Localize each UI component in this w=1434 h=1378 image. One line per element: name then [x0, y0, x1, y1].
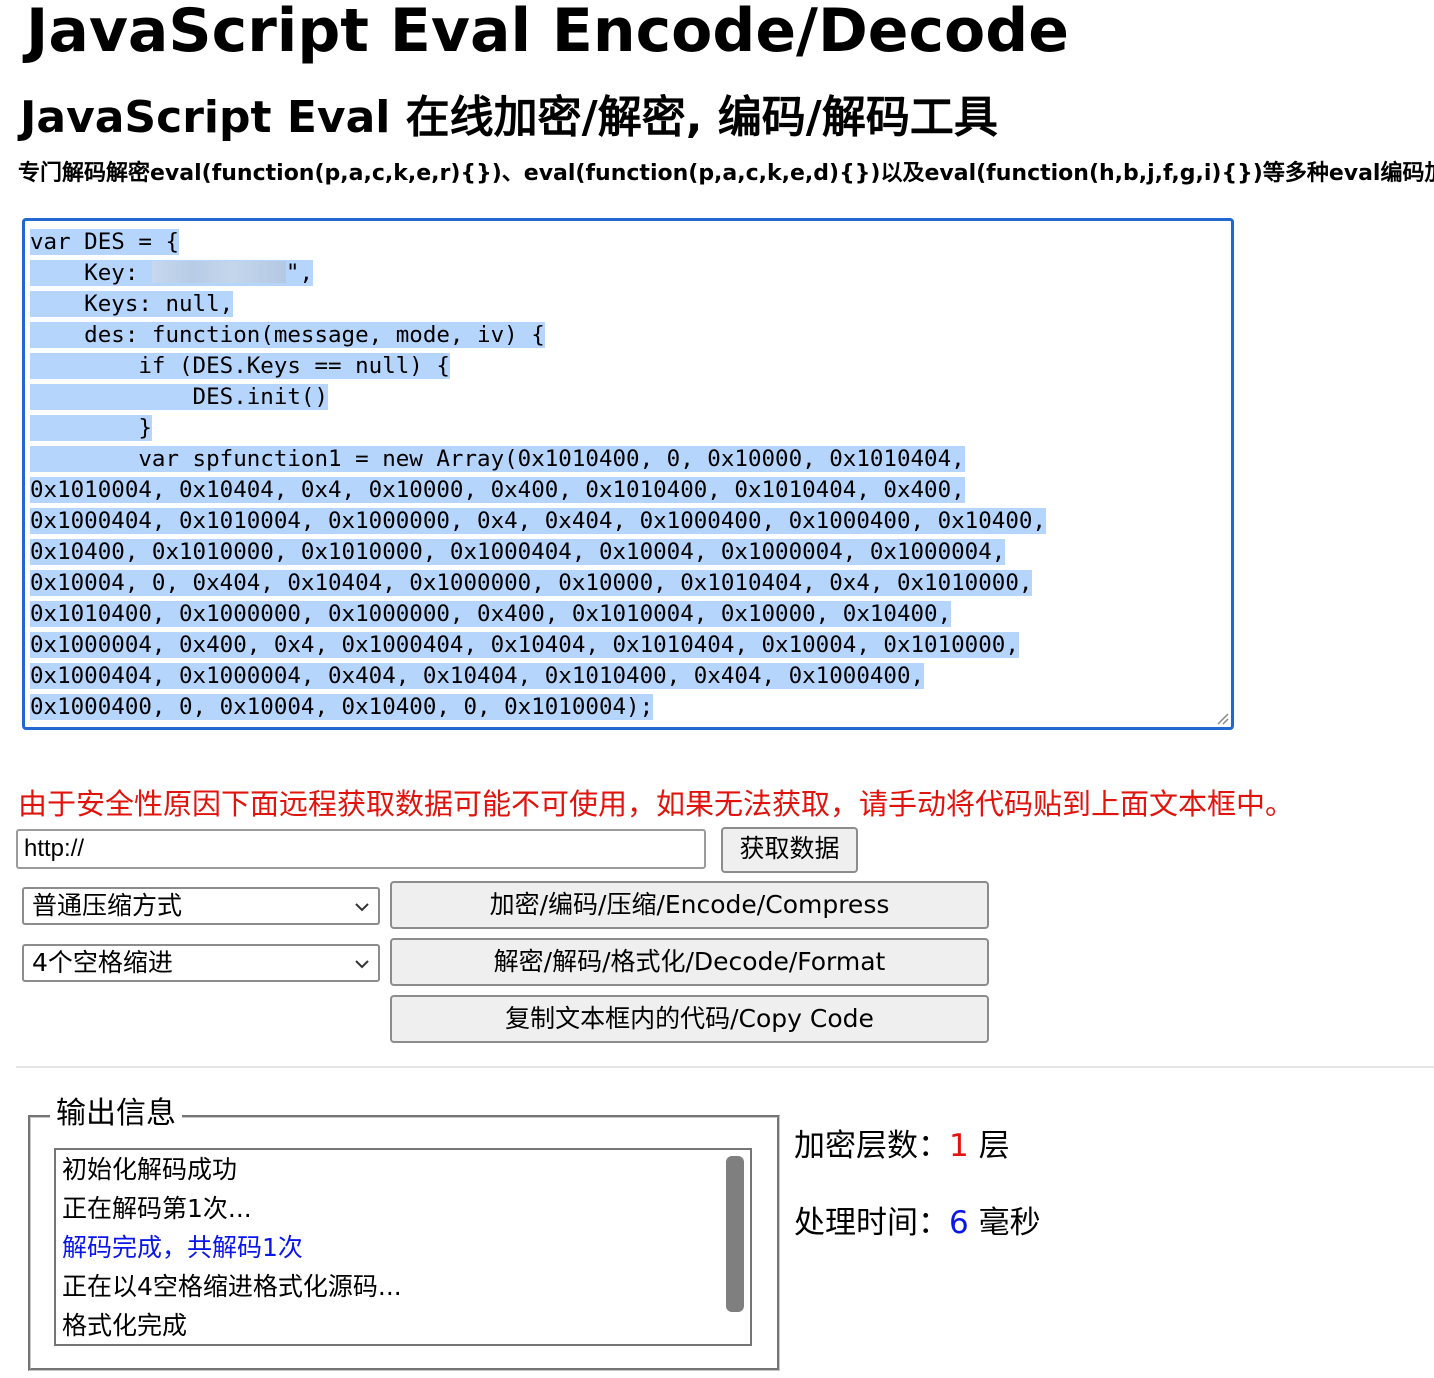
code-line: var DES = {: [30, 229, 180, 255]
time-label: 处理时间：: [794, 1205, 949, 1241]
code-line: Key: ",: [30, 260, 314, 286]
code-line: Keys: null,: [30, 291, 234, 317]
code-line: DES.init(): [30, 384, 329, 410]
code-line: 0x1000400, 0, 0x10004, 0x10400, 0, 0x101…: [30, 694, 654, 720]
divider: [16, 1066, 1434, 1068]
log-scrollbar[interactable]: [726, 1156, 744, 1312]
chevron-down-icon: [355, 903, 369, 912]
compress-mode-select[interactable]: 普通压缩方式: [22, 887, 380, 925]
chevron-down-icon: [355, 960, 369, 969]
output-log[interactable]: 初始化解码成功 正在解码第1次... 解码完成，共解码1次 正在以4空格缩进格式…: [54, 1148, 752, 1346]
log-message: 正在以4空格缩进格式化源码...: [62, 1272, 402, 1301]
page-subtitle: JavaScript Eval 在线加密/解密, 编码/解码工具: [20, 92, 998, 143]
processing-time: 处理时间：6 毫秒: [794, 1201, 1041, 1245]
code-line: 0x1000404, 0x1010004, 0x1000000, 0x4, 0x…: [30, 508, 1046, 534]
layers-unit: 层: [968, 1128, 1010, 1164]
code-line: var spfunction1 = new Array(0x1010400, 0…: [30, 446, 965, 472]
copy-code-button[interactable]: 复制文本框内的代码/Copy Code: [390, 995, 989, 1043]
code-line: if (DES.Keys == null) {: [30, 353, 450, 379]
encode-button[interactable]: 加密/编码/压缩/Encode/Compress: [390, 881, 989, 929]
indent-value: 4个空格缩进: [32, 948, 173, 977]
log-message: 正在解码第1次...: [62, 1194, 252, 1223]
layers-label: 加密层数：: [794, 1128, 949, 1164]
page-description: 专门解码解密eval(function(p,a,c,k,e,r){})、eval…: [18, 161, 1434, 186]
remote-warning: 由于安全性原因下面远程获取数据可能不可使用，如果无法获取，请手动将代码贴到上面文…: [18, 787, 1295, 821]
fetch-data-button[interactable]: 获取数据: [721, 827, 858, 873]
time-unit: 毫秒: [968, 1205, 1041, 1241]
code-line: 0x1010004, 0x10404, 0x4, 0x10000, 0x400,…: [30, 477, 965, 503]
compress-mode-value: 普通压缩方式: [32, 891, 183, 920]
code-line: des: function(message, mode, iv) {: [30, 322, 545, 348]
url-input[interactable]: [16, 829, 706, 869]
code-line: 0x1000404, 0x1000004, 0x404, 0x10404, 0x…: [30, 663, 925, 689]
layers-value: 1: [949, 1128, 969, 1164]
code-line: 0x1000004, 0x400, 0x4, 0x1000404, 0x1040…: [30, 632, 1019, 658]
output-legend: 输出信息: [50, 1094, 182, 1134]
redacted-key: [151, 261, 286, 283]
code-line: 0x10004, 0, 0x404, 0x10404, 0x1000000, 0…: [30, 570, 1033, 596]
resize-handle-icon[interactable]: [1215, 711, 1229, 725]
code-line: 0x1010400, 0x1000000, 0x1000000, 0x400, …: [30, 601, 952, 627]
indent-select[interactable]: 4个空格缩进: [22, 944, 380, 982]
time-value: 6: [949, 1205, 969, 1241]
code-line: 0x10400, 0x1010000, 0x1010000, 0x1000404…: [30, 539, 1006, 565]
decode-button[interactable]: 解密/解码/格式化/Decode/Format: [390, 938, 989, 986]
log-message: 初始化解码成功: [62, 1155, 238, 1184]
code-textarea[interactable]: var DES = { Key: ", Keys: null, des: fun…: [22, 218, 1234, 730]
log-message: 解码完成，共解码1次: [62, 1233, 303, 1262]
encryption-layers: 加密层数：1 层: [794, 1124, 1010, 1168]
log-message: 格式化完成: [62, 1311, 188, 1340]
page-title: JavaScript Eval Encode/Decode: [26, 0, 1069, 66]
code-line: }: [30, 415, 152, 441]
